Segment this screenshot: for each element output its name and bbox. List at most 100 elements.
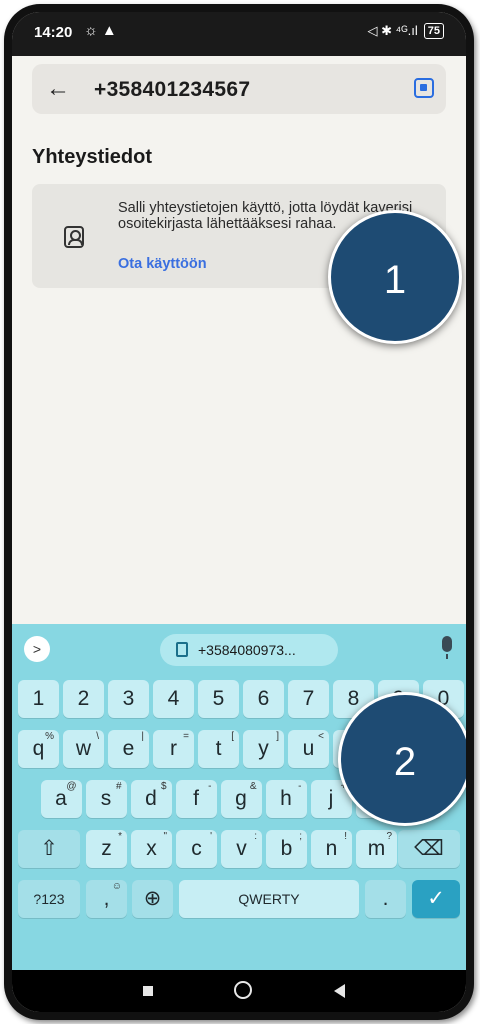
phone-number-input[interactable]: +358401234567 — [94, 78, 250, 102]
key-b-secondary: ; — [299, 831, 302, 842]
key-q-secondary: % — [45, 731, 54, 742]
period-key-label: . — [382, 887, 389, 910]
key-6[interactable]: 6 — [243, 680, 284, 718]
key-w-label: w — [75, 737, 92, 760]
key-3[interactable]: 3 — [108, 680, 149, 718]
key-v-label: v — [236, 837, 247, 860]
qr-scan-icon[interactable] — [414, 78, 434, 98]
arrow-left-icon[interactable]: ← — [46, 75, 70, 103]
key-v[interactable]: v: — [221, 830, 262, 868]
comma-key[interactable]: , ☺ — [86, 880, 127, 918]
key-e-secondary: | — [141, 731, 144, 742]
keyboard-toolbar: > +3584080973... — [12, 624, 466, 670]
key-d-secondary: $ — [160, 781, 167, 792]
clipboard-icon — [176, 642, 188, 657]
circle-icon[interactable] — [234, 981, 252, 999]
key-a-secondary: @ — [66, 781, 77, 792]
step-badge-2: 2 — [338, 692, 466, 826]
key-x-secondary: " — [163, 831, 167, 842]
period-key[interactable]: . — [365, 880, 406, 918]
key-h[interactable]: h- — [265, 780, 307, 818]
square-icon[interactable] — [143, 986, 153, 996]
shift-icon[interactable]: ⇧ — [18, 830, 80, 868]
globe-icon[interactable]: ⊕ — [132, 880, 173, 918]
key-d-label: d — [145, 787, 157, 810]
phone-search-bar[interactable]: ← +358401234567 — [32, 64, 446, 114]
key-s-label: s — [100, 787, 112, 810]
status-right-icons: ◁ ✱ ⁴ᴳ.ıl 75 — [367, 23, 444, 39]
key-f[interactable]: f- — [175, 780, 217, 818]
key-m-label: m — [367, 837, 386, 860]
key-m-secondary: ? — [386, 831, 392, 842]
key-c[interactable]: c ' — [176, 830, 217, 868]
key-m[interactable]: m? — [356, 830, 397, 868]
key-u[interactable]: u < — [288, 730, 329, 768]
key-f-label: f — [193, 787, 199, 810]
key-5[interactable]: 5 — [198, 680, 239, 718]
battery-icon: 75 — [423, 23, 444, 39]
shift-icon-label: ⇧ — [40, 837, 58, 860]
key-n[interactable]: n! — [311, 830, 352, 868]
key-g-label: g — [235, 787, 247, 810]
key-c-secondary: ' — [210, 831, 212, 842]
chevron-right-icon[interactable]: > — [24, 636, 50, 662]
key-z-label: z — [101, 837, 112, 860]
check-icon-label: ✓ — [427, 887, 445, 910]
key-q[interactable]: q% — [18, 730, 59, 768]
space-key-label: QWERTY — [238, 891, 300, 907]
key-x[interactable]: x " — [131, 830, 172, 868]
clipboard-text: +3584080973... — [198, 642, 296, 658]
key-1[interactable]: 1 — [18, 680, 59, 718]
key-n-label: n — [325, 837, 338, 860]
check-icon[interactable]: ✓ — [412, 880, 460, 918]
globe-icon-label: ⊕ — [143, 887, 162, 910]
contact-icon — [64, 226, 84, 248]
key-e[interactable]: e | — [108, 730, 149, 768]
key-z[interactable]: z * — [86, 830, 127, 868]
key-r-label: r — [170, 737, 177, 760]
key-4[interactable]: 4 — [153, 680, 194, 718]
key-3-label: 3 — [122, 687, 135, 710]
backspace-icon[interactable]: ⌫ — [398, 830, 460, 868]
key-u-secondary: < — [318, 731, 324, 742]
comma-key-label: , — [103, 887, 110, 910]
key-g[interactable]: g & — [220, 780, 262, 818]
enable-link[interactable]: Ota käyttöön — [118, 256, 207, 272]
status-notification-icons: ☼ ▲ — [84, 22, 117, 39]
key-s-secondary: # — [115, 781, 122, 792]
key-a[interactable]: a @ — [40, 780, 82, 818]
key-r[interactable]: r = — [153, 730, 194, 768]
phone-frame: 14:20 ☼ ▲ ◁ ✱ ⁴ᴳ.ıl 75 ← +358401234567 Y… — [4, 4, 474, 1020]
key-t[interactable]: t[ — [198, 730, 239, 768]
signal-icons: ◁ ✱ ⁴ᴳ.ıl — [367, 23, 418, 38]
key-j-label: j — [328, 787, 334, 810]
clipboard-suggestion[interactable]: +3584080973... — [160, 634, 338, 666]
status-bar: 14:20 ☼ ▲ ◁ ✱ ⁴ᴳ.ıl 75 — [12, 12, 466, 56]
key-2[interactable]: 2 — [63, 680, 104, 718]
step-badge-1: 1 — [328, 210, 462, 344]
key-c-label: c — [191, 837, 202, 860]
comma-key-secondary: ☺ — [111, 881, 122, 892]
key-h-secondary: - — [298, 781, 302, 792]
key-t-label: t — [215, 737, 222, 760]
key-5-label: 5 — [212, 687, 225, 710]
symbols-key[interactable]: ?123 — [18, 880, 80, 918]
key-y[interactable]: y] — [243, 730, 284, 768]
screen: 14:20 ☼ ▲ ◁ ✱ ⁴ᴳ.ıl 75 ← +358401234567 Y… — [12, 12, 466, 1012]
backspace-icon-label: ⌫ — [414, 837, 444, 860]
key-b[interactable]: b; — [266, 830, 307, 868]
mic-icon[interactable] — [442, 636, 452, 659]
key-w[interactable]: w \ — [63, 730, 104, 768]
key-4-label: 4 — [167, 687, 180, 710]
key-7[interactable]: 7 — [288, 680, 329, 718]
key-y-label: y — [258, 737, 269, 760]
key-d[interactable]: d $ — [130, 780, 172, 818]
key-7-label: 7 — [302, 687, 315, 710]
key-n-secondary: ! — [344, 831, 347, 842]
key-t-secondary: [ — [231, 731, 234, 742]
key-v-secondary: : — [254, 831, 257, 842]
space-key[interactable]: QWERTY — [179, 880, 359, 918]
key-y-secondary: ] — [276, 731, 279, 742]
key-s[interactable]: s # — [85, 780, 127, 818]
triangle-back-icon[interactable] — [334, 984, 345, 998]
